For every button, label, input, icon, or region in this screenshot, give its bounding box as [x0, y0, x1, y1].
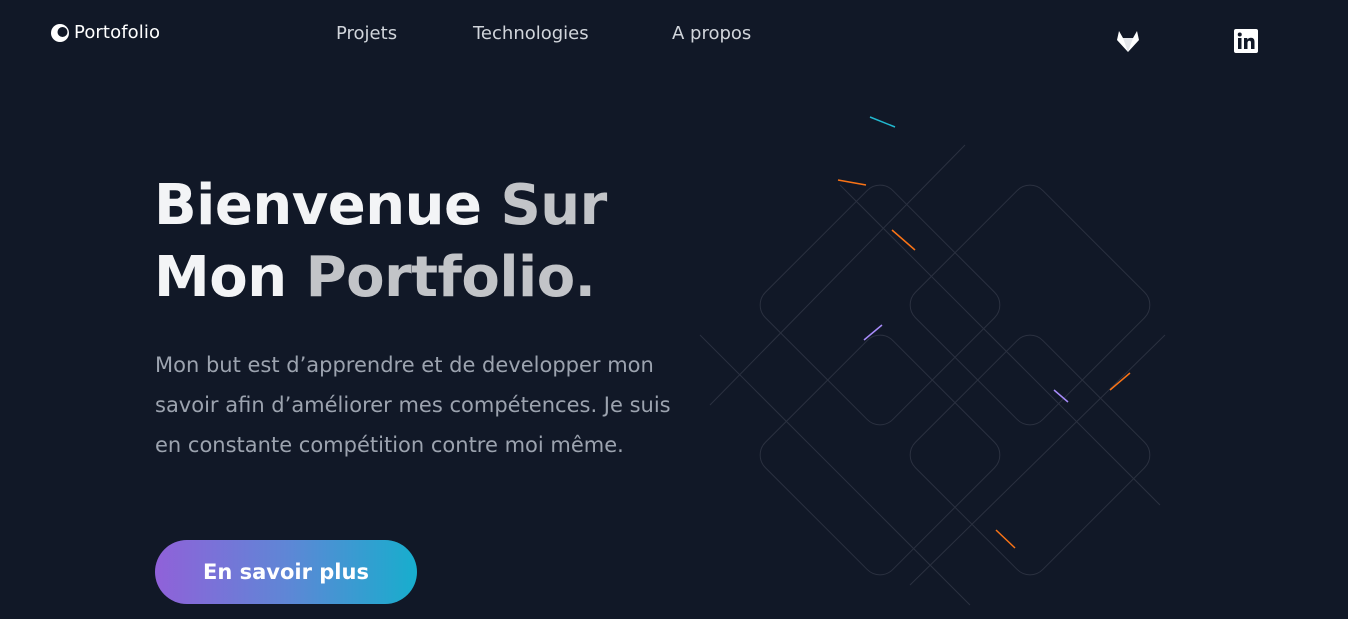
hero-title-word: Sur — [500, 173, 607, 238]
accent-stroke — [837, 179, 867, 186]
hero-title: Bienvenue Sur Mon Portfolio. — [154, 170, 714, 314]
linkedin-icon — [1234, 29, 1258, 53]
grid-shape — [759, 184, 1001, 426]
hero-title-line-2: Mon Portfolio. — [154, 242, 714, 314]
grid-shape — [909, 184, 1151, 426]
logo-link[interactable]: Portofolio — [50, 22, 160, 43]
hero-title-word: Mon — [154, 245, 287, 310]
nav-link-technologies[interactable]: Technologies — [473, 23, 589, 44]
logo-text: Portofolio — [74, 22, 161, 43]
en-savoir-plus-button[interactable]: En savoir plus — [155, 540, 417, 604]
accent-stroke — [1109, 372, 1131, 391]
accent-stroke — [995, 529, 1016, 549]
grid-line — [909, 334, 1166, 586]
decorative-grid-graphic — [699, 116, 1166, 606]
page: Portofolio Projets Technologies A propos… — [0, 0, 1348, 619]
accent-stroke — [863, 324, 883, 341]
gitlab-icon — [1117, 31, 1139, 52]
hero-title-word: Portfolio. — [305, 245, 596, 310]
grid-shape — [759, 334, 1001, 576]
grid-line — [699, 334, 971, 606]
grid-line — [709, 144, 966, 406]
hero-description: Mon but est d’apprendre et de developper… — [155, 353, 671, 457]
linkedin-link[interactable] — [1233, 28, 1259, 54]
grid-shape — [909, 334, 1151, 576]
nav-link-projets[interactable]: Projets — [336, 23, 397, 44]
gitlab-link[interactable] — [1115, 28, 1141, 54]
hero-title-line-1: Bienvenue Sur — [154, 170, 714, 242]
accent-stroke — [869, 116, 896, 128]
nav-link-apropos[interactable]: A propos — [672, 23, 751, 44]
hero-title-word: Bienvenue — [154, 173, 482, 238]
logo-icon — [51, 23, 69, 42]
